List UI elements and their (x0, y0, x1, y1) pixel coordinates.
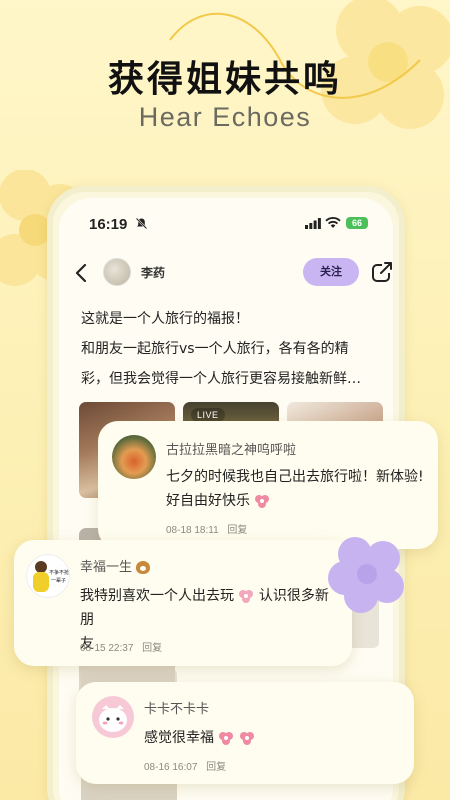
purple-flower-decoration (328, 537, 404, 613)
follow-button[interactable]: 关注 (303, 258, 359, 286)
comment-date: 08-15 22:37 (80, 643, 134, 654)
reply-button[interactable]: 回复 (227, 525, 247, 536)
post-line: 彩，但我会觉得一个人旅行更容易接触新鲜… (81, 371, 361, 387)
status-bar: 16:19 66 (59, 212, 393, 236)
comment-line: 七夕的时候我也自己出去旅行啦！新体验! (166, 469, 424, 485)
signal-icon (305, 218, 321, 229)
comment-meta: 08-15 22:37 回复 (80, 639, 162, 654)
reply-button[interactable]: 回复 (142, 643, 162, 654)
comment-line: 好自由好快乐 (166, 493, 250, 509)
page-headline: 获得姐妹共鸣 (107, 59, 342, 100)
comment-line-with-emoji: 好自由好快乐 (166, 489, 432, 513)
flower-emoji-icon (239, 732, 254, 745)
comment-date: 08-18 18:11 (166, 525, 219, 536)
flower-emoji-icon (239, 590, 254, 603)
flower-emoji-icon (255, 495, 270, 508)
commenter-avatar[interactable] (92, 696, 134, 738)
comment-card[interactable]: 卡卡不卡卡 感觉很幸福 08-16 16:07 回复 (76, 682, 414, 784)
post-line: 和朋友一起旅行vs一个人旅行，各有各的精 (81, 341, 349, 357)
back-arrow-icon[interactable] (69, 260, 95, 286)
author-name[interactable]: 李药 (141, 264, 165, 281)
wifi-icon (325, 217, 341, 228)
commenter-avatar[interactable] (112, 435, 156, 479)
comment-text: 七夕的时候我也自己出去旅行啦！新体验! 好自由好快乐 (166, 465, 432, 513)
post-line: 这就是一个人旅行的福报！ (81, 311, 249, 327)
live-badge: LIVE (191, 408, 225, 422)
battery-indicator: 66 (346, 217, 368, 229)
comment-text: 感觉很幸福 (144, 726, 404, 750)
author-avatar[interactable] (103, 258, 131, 286)
commenter-name: 古拉拉黑暗之神呜呼啦 (166, 443, 297, 458)
comment-line-with-emoji: 我特别喜欢一个人出去玩 认识很多新朋 (80, 584, 342, 632)
share-icon[interactable] (369, 259, 393, 285)
comment-meta: 08-18 18:11 回复 (166, 521, 247, 536)
commenter-name: 幸福一生 (80, 560, 133, 575)
page-subheadline: Hear Echoes (138, 102, 312, 132)
comment-line: 感觉很幸福 (144, 730, 214, 746)
commenter-name: 卡卡不卡卡 (144, 702, 210, 717)
status-time: 16:19 (89, 216, 128, 233)
commenter-avatar[interactable]: 不争不抢 一辈子 (26, 554, 70, 598)
avatar-character (99, 705, 127, 732)
post-body[interactable]: 这就是一个人旅行的福报！ 和朋友一起旅行vs一个人旅行，各有各的精 彩，但我会觉… (81, 304, 393, 394)
comment-line: 我特别喜欢一个人出去玩 (80, 588, 234, 604)
post-nav-bar: 李药 关注 (59, 252, 393, 296)
comment-meta: 08-16 16:07 回复 (144, 758, 226, 773)
comment-card[interactable]: 古拉拉黑暗之神呜呼啦 七夕的时候我也自己出去旅行啦！新体验! 好自由好快乐 08… (98, 421, 438, 549)
bell-mute-icon (135, 217, 148, 230)
dog-emoji-icon (136, 561, 151, 574)
avatar-caption: 一辈子 (51, 578, 67, 584)
reply-button[interactable]: 回复 (206, 762, 226, 773)
flower-emoji-icon (219, 732, 234, 745)
comment-line-with-emoji: 感觉很幸福 (144, 726, 404, 750)
commenter-name-row: 幸福一生 (80, 556, 151, 575)
comment-date: 08-16 16:07 (144, 762, 198, 773)
avatar-caption: 不争不抢 (49, 570, 70, 576)
comment-card[interactable]: 不争不抢 一辈子 幸福一生 我特别喜欢一个人出去玩 认识很多新朋 友 08-15… (14, 540, 352, 666)
